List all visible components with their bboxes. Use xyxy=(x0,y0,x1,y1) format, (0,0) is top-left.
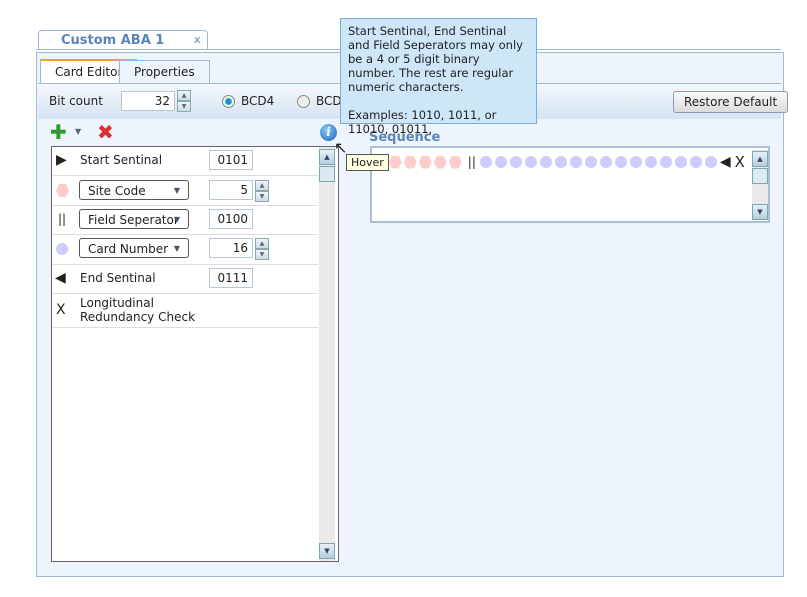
hexagon-icon xyxy=(448,155,462,169)
x-icon: X xyxy=(734,153,745,171)
circle-icon xyxy=(494,156,507,168)
radio-bcd4-label: BCD4 xyxy=(241,94,275,108)
circle-icon xyxy=(524,156,537,168)
list-item[interactable]: Card Number ▼ 16 ▲ ▼ xyxy=(52,235,318,265)
end-sentinal-input[interactable]: 0111 xyxy=(209,268,253,288)
radio-bcd5[interactable] xyxy=(297,95,310,108)
double-bar-icon: || xyxy=(467,155,476,169)
close-tab-icon[interactable]: x xyxy=(194,33,201,46)
field-seperator-combo[interactable]: Field Seperator ▼ xyxy=(79,209,189,229)
bit-count-input[interactable]: 32 xyxy=(121,91,175,111)
hexagon-icon xyxy=(433,155,447,169)
info-tooltip: Start Sentinal, End Sentinal and Field S… xyxy=(340,18,537,136)
x-icon: X xyxy=(56,302,66,318)
scroll-up-icon[interactable]: ▲ xyxy=(752,151,768,167)
circle-icon xyxy=(599,156,612,168)
document-tab[interactable]: Custom ABA 1 x xyxy=(38,30,208,50)
site-code-combo[interactable]: Site Code ▼ xyxy=(79,180,189,200)
delete-icon[interactable]: ✖ xyxy=(97,122,114,142)
circle-icon xyxy=(554,156,567,168)
hexagon-icon xyxy=(388,155,402,169)
add-icon[interactable]: ✚ xyxy=(50,122,67,142)
tooltip-text: Start Sentinal, End Sentinal and Field S… xyxy=(348,24,523,94)
spin-down-icon[interactable]: ▼ xyxy=(177,101,191,112)
hexagon-icon xyxy=(403,155,417,169)
hover-tooltip: Hover xyxy=(346,154,389,171)
circle-icon xyxy=(539,156,552,168)
field-list: ▶ Start Sentinal 0101 Site Code ▼ 5 ▲ ▼ ||… xyxy=(51,146,339,562)
circle-icon xyxy=(479,156,492,168)
site-code-spinner[interactable]: ▲ ▼ xyxy=(255,180,269,202)
scroll-thumb[interactable] xyxy=(319,166,335,182)
chevron-down-icon: ▼ xyxy=(173,215,180,224)
sequence-box: ▶ || ◀ X ▲ ▼ xyxy=(370,146,770,223)
card-number-spinner[interactable]: ▲ ▼ xyxy=(255,238,269,260)
combo-label: Card Number xyxy=(88,242,169,256)
circle-icon xyxy=(56,243,68,255)
list-item[interactable]: ◀ End Sentinal 0111 xyxy=(52,265,318,294)
double-bar-icon: || xyxy=(58,212,67,226)
sequence-scrollbar[interactable]: ▲ ▼ xyxy=(752,150,768,220)
chevron-down-icon: ▼ xyxy=(173,244,180,253)
radio-bcd5-label: BCD xyxy=(316,94,342,108)
chevron-down-icon: ▼ xyxy=(173,186,180,195)
circle-icon xyxy=(629,156,642,168)
tooltip-examples: Examples: 1010, 1011, or 11010, 01011, xyxy=(348,108,497,136)
list-scrollbar[interactable]: ▲ ▼ xyxy=(319,147,335,561)
circle-icon xyxy=(689,156,702,168)
combo-label: Site Code xyxy=(88,184,146,198)
hexagon-icon xyxy=(56,184,69,197)
restore-default-button[interactable]: Restore Default xyxy=(673,91,789,113)
start-sentinal-input[interactable]: 0101 xyxy=(209,150,253,170)
radio-bcd4[interactable] xyxy=(222,95,235,108)
spin-up-icon[interactable]: ▲ xyxy=(177,90,191,101)
circle-icon xyxy=(584,156,597,168)
circle-icon xyxy=(509,156,522,168)
scroll-up-icon[interactable]: ▲ xyxy=(319,149,335,165)
field-seperator-input[interactable]: 0100 xyxy=(209,209,253,229)
chevron-down-icon[interactable]: ▼ xyxy=(75,127,81,136)
bit-count-label: Bit count xyxy=(49,94,103,108)
triangle-right-icon: ▶ xyxy=(56,152,67,168)
hexagon-icon xyxy=(418,155,432,169)
circle-icon xyxy=(569,156,582,168)
card-number-combo[interactable]: Card Number ▼ xyxy=(79,238,189,258)
scroll-down-icon[interactable]: ▼ xyxy=(752,204,768,220)
combo-label: Field Seperator xyxy=(88,213,179,227)
triangle-left-icon: ◀ xyxy=(719,154,731,170)
circle-icon xyxy=(704,156,717,168)
list-item-label: Start Sentinal xyxy=(80,153,163,167)
circle-icon xyxy=(614,156,627,168)
list-item-label: Longitudinal Redundancy Check xyxy=(80,296,196,324)
scroll-thumb[interactable] xyxy=(752,168,768,184)
card-number-input[interactable]: 16 xyxy=(209,238,253,258)
list-item[interactable]: ▶ Start Sentinal 0101 xyxy=(52,147,318,176)
site-code-input[interactable]: 5 xyxy=(209,180,253,200)
triangle-left-icon: ◀ xyxy=(55,270,66,286)
tab-properties[interactable]: Properties xyxy=(119,60,210,83)
bit-count-spinner[interactable]: ▲ ▼ xyxy=(177,90,191,112)
scroll-down-icon[interactable]: ▼ xyxy=(319,543,335,559)
list-item[interactable]: X Longitudinal Redundancy Check xyxy=(52,294,318,328)
list-item-label: End Sentinal xyxy=(80,271,156,285)
circle-icon xyxy=(674,156,687,168)
list-item[interactable]: || Field Seperator ▼ 0100 xyxy=(52,206,318,235)
list-item[interactable]: Site Code ▼ 5 ▲ ▼ xyxy=(52,176,318,206)
sequence-strip: ▶ || ◀ X xyxy=(378,153,745,171)
circle-icon xyxy=(659,156,672,168)
circle-icon xyxy=(644,156,657,168)
document-tab-title: Custom ABA 1 xyxy=(61,33,165,48)
